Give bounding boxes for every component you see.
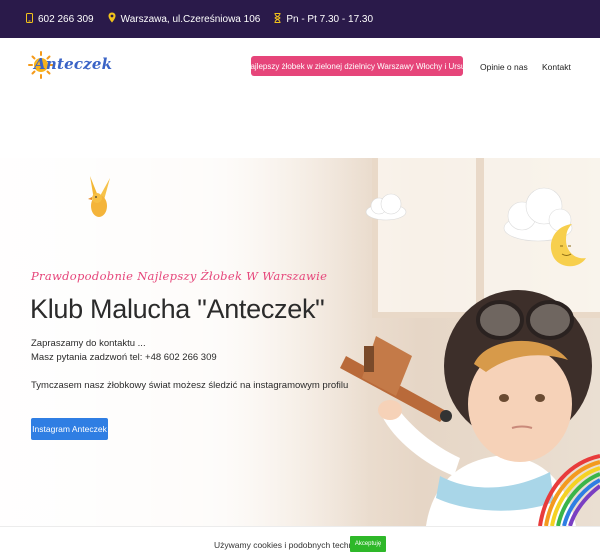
nav-opinions[interactable]: Opinie o nas xyxy=(480,62,528,72)
site-logo[interactable]: Anteczek xyxy=(28,50,112,80)
address-info: Warszawa, ul.Czereśniowa 106 xyxy=(108,12,261,26)
hourglass-icon xyxy=(274,12,286,26)
hero-title: Klub Malucha "Anteczek" xyxy=(30,294,325,324)
hours-text: Pn - Pt 7.30 - 17.30 xyxy=(286,13,374,25)
hero-section: Prawdopodobnie Najlepszy Żłobek W Warsza… xyxy=(0,158,600,526)
phone-number: 602 266 309 xyxy=(38,13,94,25)
address-text: Warszawa, ul.Czereśniowa 106 xyxy=(120,13,261,25)
top-info-bar: 602 266 309 Warszawa, ul.Czereśniowa 106… xyxy=(0,0,600,38)
hero-instagram-text: Tymczasem nasz żłobkowy świat możesz śle… xyxy=(31,380,349,391)
bird-illustration-icon xyxy=(88,176,110,217)
small-cloud-icon xyxy=(365,193,407,221)
phone-icon xyxy=(26,12,38,26)
highlight-nav-button[interactable]: Najlepszy żłobek w zielonej dzielnicy Wa… xyxy=(245,56,469,76)
hero-tagline: Prawdopodobnie Najlepszy Żłobek W Warsza… xyxy=(31,269,328,283)
hours-info: Pn - Pt 7.30 - 17.30 xyxy=(274,12,374,26)
nav-contact[interactable]: Kontakt xyxy=(542,62,571,72)
location-pin-icon xyxy=(108,12,121,26)
child-with-airplane-image xyxy=(340,290,600,526)
hero-contact-invite: Zapraszamy do kontaktu ... xyxy=(31,338,146,349)
phone-info[interactable]: 602 266 309 xyxy=(26,12,94,26)
accept-cookies-button[interactable]: Akceptuję xyxy=(350,536,386,552)
logo-text: Anteczek xyxy=(34,55,113,73)
moon-icon xyxy=(550,224,586,267)
cookie-bar: Używamy cookies i podobnych technologii … xyxy=(0,526,600,560)
instagram-button[interactable]: Instagram Anteczek xyxy=(31,418,108,440)
hero-phone-line: Masz pytania zadzwoń tel: +48 602 266 30… xyxy=(31,352,217,363)
